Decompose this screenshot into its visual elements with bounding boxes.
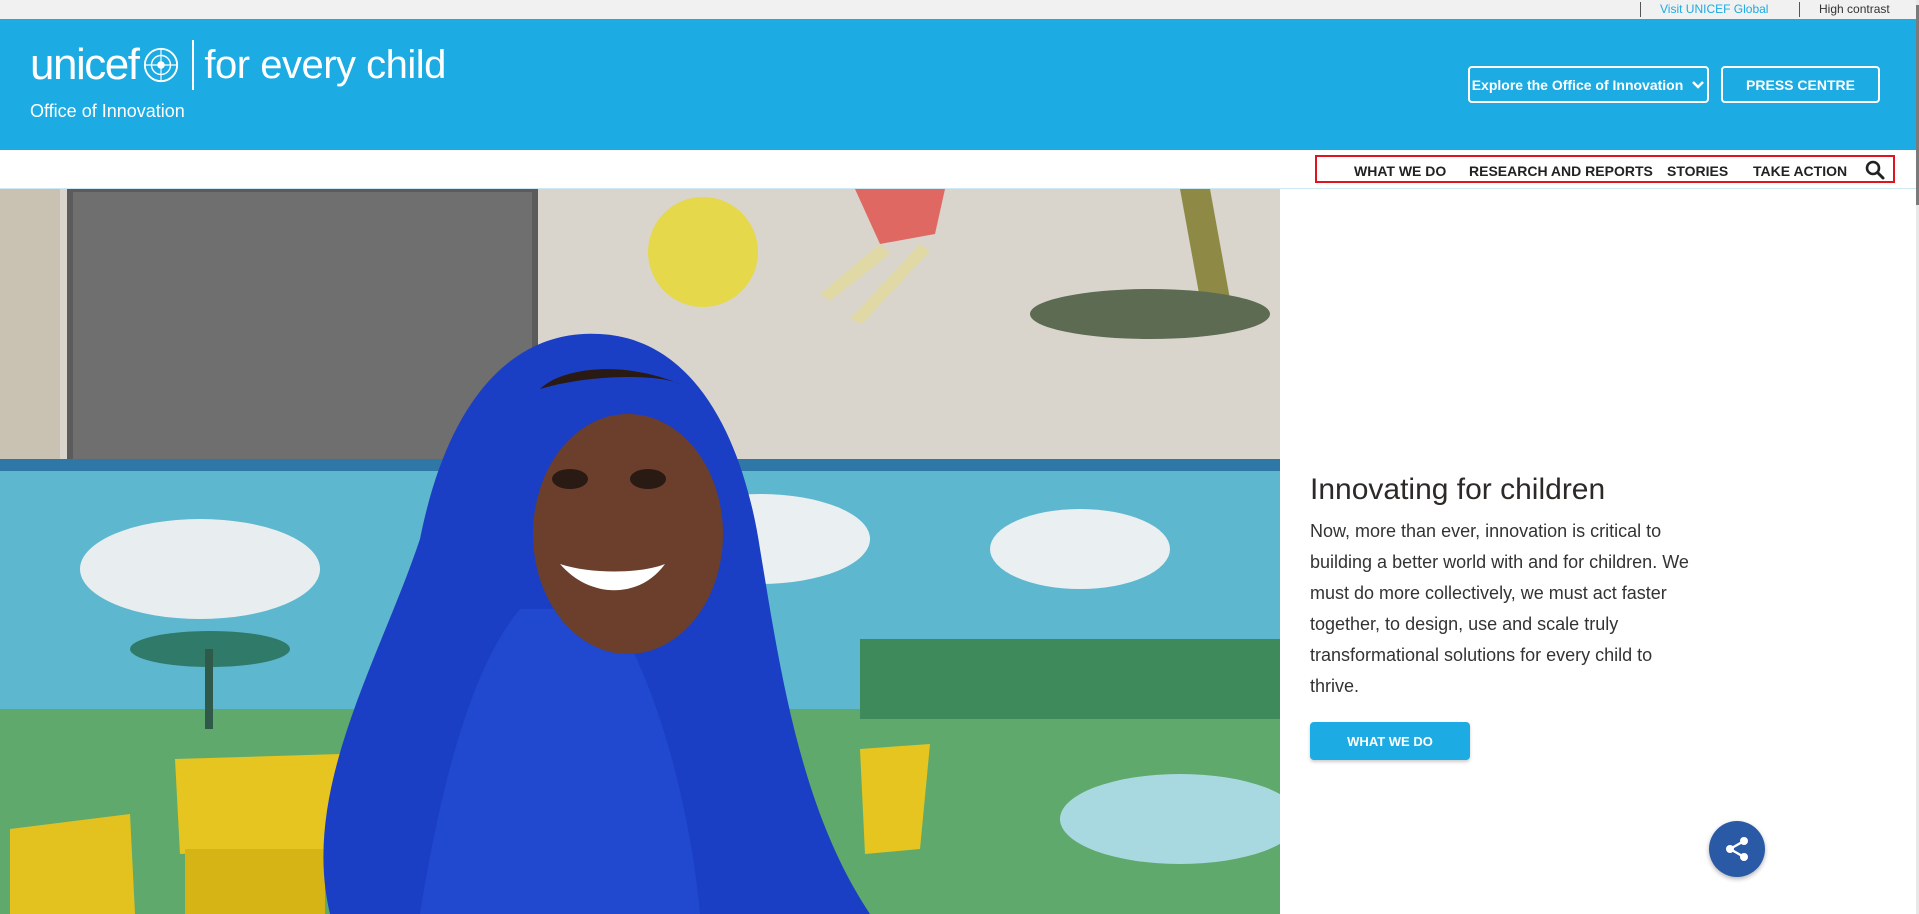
logo-tagline: for every child: [204, 43, 446, 87]
chevron-down-icon: [1692, 80, 1705, 89]
nav-item-research-and-reports[interactable]: RESEARCH AND REPORTS: [1469, 163, 1653, 179]
explore-office-dropdown[interactable]: Explore the Office of Innovation: [1468, 66, 1709, 103]
office-of-innovation-label: Office of Innovation: [30, 101, 185, 121]
nav-item-what-we-do[interactable]: WHAT WE DO: [1354, 163, 1446, 179]
site-header: unicef for every child Office of Innovat…: [0, 19, 1916, 150]
hero-body: Now, more than ever, innovation is criti…: [1310, 521, 1689, 696]
main-nav-bar: WHAT WE DO RESEARCH AND REPORTS STORIES …: [0, 150, 1916, 189]
press-centre-button[interactable]: PRESS CENTRE: [1721, 66, 1880, 103]
visit-unicef-global-link[interactable]: Visit UNICEF Global: [1640, 2, 1768, 17]
utility-bar: Visit UNICEF Global High contrast: [0, 0, 1919, 19]
unicef-logo[interactable]: unicef for every child: [30, 39, 446, 91]
hero-content: Innovating for children Now, more than e…: [1310, 472, 1700, 702]
logo-divider: [192, 40, 195, 90]
nav-item-take-action[interactable]: TAKE ACTION: [1753, 163, 1847, 179]
high-contrast-toggle[interactable]: High contrast: [1799, 2, 1890, 17]
nav-item-stories[interactable]: STORIES: [1667, 163, 1728, 179]
un-emblem-icon: [144, 47, 179, 83]
search-icon[interactable]: [1865, 160, 1885, 180]
main-nav: WHAT WE DO RESEARCH AND REPORTS STORIES …: [1315, 155, 1895, 183]
hero-title: Innovating for children: [1310, 473, 1606, 506]
share-icon: [1726, 837, 1748, 861]
hero-photo-girl-in-classroom: [0, 189, 1280, 914]
share-button[interactable]: [1709, 821, 1765, 877]
what-we-do-button[interactable]: WHAT WE DO: [1310, 722, 1470, 760]
explore-office-label: Explore the Office of Innovation: [1471, 76, 1684, 93]
logo-wordmark: unicef: [30, 40, 140, 89]
hero-image: [0, 189, 1280, 914]
